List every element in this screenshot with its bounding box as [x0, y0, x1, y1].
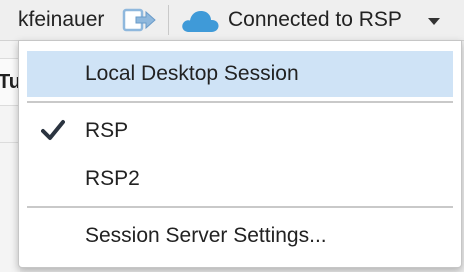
- cloud-icon: [182, 10, 219, 33]
- menu-item-label: RSP: [85, 119, 129, 142]
- signout-arrow-icon: [122, 8, 156, 32]
- menu-item-label: RSP2: [85, 167, 140, 190]
- checkmark-icon: [41, 120, 65, 140]
- session-dropdown-menu: Local Desktop Session RSP RSP2 Session S…: [18, 40, 462, 268]
- caret-down-icon: [428, 18, 440, 25]
- menu-item-rsp[interactable]: RSP: [27, 108, 453, 154]
- menu-item-local-desktop-session[interactable]: Local Desktop Session: [27, 51, 453, 97]
- background-divider: [0, 142, 20, 143]
- toolbar-divider: [168, 5, 169, 35]
- menu-separator: [27, 206, 453, 208]
- username-label: kfeinauer: [18, 8, 105, 31]
- menu-separator: [27, 101, 453, 103]
- top-toolbar: kfeinauer Connected to RSP: [0, 0, 464, 41]
- connection-status-label: Connected to RSP: [228, 8, 402, 31]
- page: Tu kfeinauer Connected to RSP Local Desk…: [0, 0, 464, 272]
- menu-item-rsp2[interactable]: RSP2: [27, 156, 453, 202]
- menu-item-session-server-settings[interactable]: Session Server Settings...: [27, 213, 453, 259]
- menu-item-label: Session Server Settings...: [85, 224, 327, 247]
- signout-button[interactable]: [122, 6, 158, 34]
- menu-item-label: Local Desktop Session: [85, 62, 299, 85]
- connection-menu-button[interactable]: Connected to RSP: [180, 4, 450, 36]
